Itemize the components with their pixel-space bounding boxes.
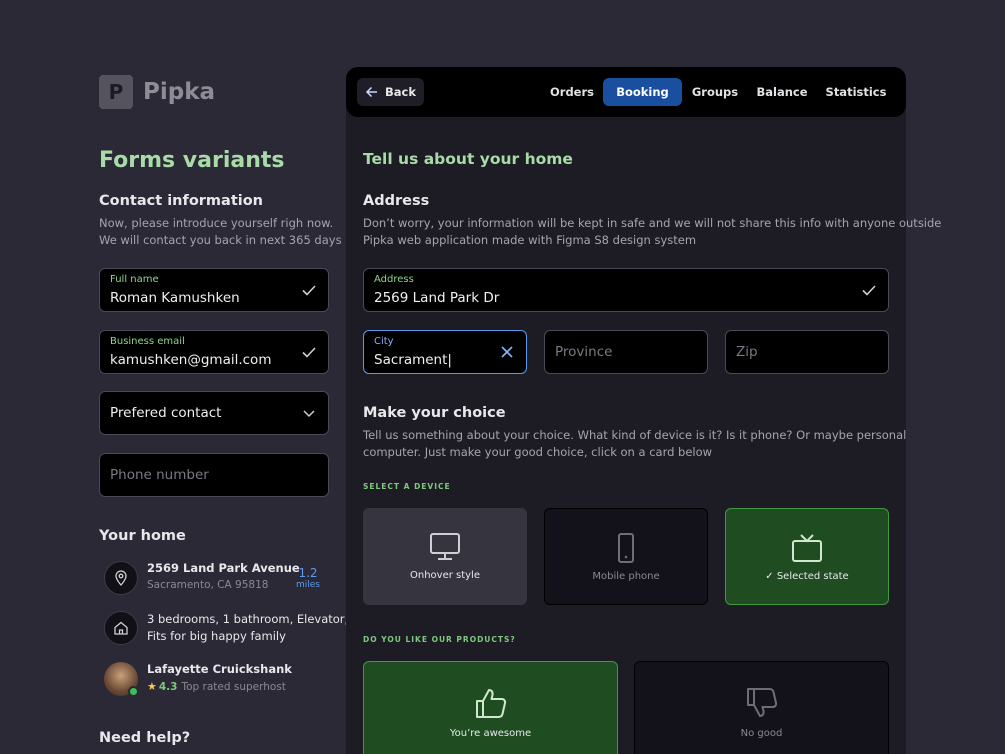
device-card-label: ✓ Selected state bbox=[765, 571, 849, 582]
device-group-label: SELECT A DEVICE bbox=[363, 482, 451, 491]
tab-groups[interactable]: Groups bbox=[684, 78, 746, 106]
product-card-label: No good bbox=[740, 728, 783, 739]
back-button-label: Back bbox=[385, 85, 416, 99]
address-section-title: Address bbox=[363, 193, 430, 209]
province-field[interactable]: Province bbox=[544, 330, 708, 374]
distance-value: 1.2 bbox=[298, 566, 318, 580]
house-icon bbox=[104, 611, 138, 645]
home-address-sub: Sacramento, CA 95818 bbox=[147, 579, 269, 591]
address-desc-line-2: Pipka web application made with Figma S8… bbox=[363, 233, 697, 247]
choice-desc-line-1: Tell us something about your choice. Wha… bbox=[363, 428, 907, 442]
thumbs-up-icon bbox=[475, 689, 506, 718]
check-icon bbox=[862, 285, 876, 296]
location-pin-icon bbox=[104, 561, 138, 595]
home-details-line-1: 3 bedrooms, 1 bathroom, Elevator, bbox=[147, 612, 349, 626]
business-email-field[interactable]: Business email kamushken@gmail.com bbox=[99, 330, 329, 374]
product-card-no-good[interactable]: No good bbox=[634, 661, 889, 754]
phone-number-field[interactable]: Phone number bbox=[99, 453, 329, 497]
choice-section-title: Make your choice bbox=[363, 405, 506, 421]
address-value[interactable]: 2569 Land Park Dr bbox=[374, 290, 499, 306]
chevron-down-icon bbox=[303, 410, 315, 418]
device-card-desktop[interactable]: Onhover style bbox=[363, 508, 527, 605]
address-desc-line-1: Don’t worry, your information will be ke… bbox=[363, 216, 942, 230]
form-title: Tell us about your home bbox=[363, 150, 573, 168]
home-address-main: 2569 Land Park Avenue bbox=[147, 561, 300, 575]
choice-section-description: Tell us something about your choice. Wha… bbox=[363, 427, 906, 461]
thumbs-down-icon bbox=[746, 688, 777, 717]
brand-logo[interactable]: P Pipka bbox=[99, 75, 215, 109]
device-card-label: Mobile phone bbox=[592, 571, 660, 582]
home-address-item[interactable]: 2569 Land Park Avenue Sacramento, CA 958… bbox=[104, 561, 300, 595]
home-details-item: 3 bedrooms, 1 bathroom, Elevator, Fits f… bbox=[104, 611, 348, 645]
contact-section-title: Contact information bbox=[99, 193, 264, 209]
tab-balance[interactable]: Balance bbox=[750, 78, 814, 106]
tab-statistics[interactable]: Statistics bbox=[820, 78, 892, 106]
city-value[interactable]: Sacrament| bbox=[374, 352, 452, 368]
logo-mark: P bbox=[99, 75, 133, 109]
zip-field[interactable]: Zip bbox=[725, 330, 889, 374]
tab-orders[interactable]: Orders bbox=[541, 78, 603, 106]
top-navigation-bar: Back Orders Booking Groups Balance Stati… bbox=[346, 67, 906, 117]
city-label: City bbox=[374, 336, 394, 347]
phone-icon bbox=[618, 533, 634, 563]
distance-readout: 1.2 miles bbox=[296, 566, 320, 590]
avatar bbox=[104, 662, 139, 697]
business-email-label: Business email bbox=[110, 336, 185, 347]
address-section-description: Don’t worry, your information will be ke… bbox=[363, 215, 941, 249]
device-card-tv[interactable]: ✓ Selected state bbox=[725, 508, 889, 605]
products-group-label: DO YOU LIKE OUR PRODUCTS? bbox=[363, 635, 516, 644]
clear-icon[interactable] bbox=[499, 344, 515, 360]
host-item[interactable]: Lafayette Cruickshank ★ 4.3 Top rated su… bbox=[104, 662, 292, 697]
province-placeholder: Province bbox=[555, 344, 613, 360]
device-card-label: Onhover style bbox=[409, 570, 480, 581]
check-icon bbox=[302, 285, 316, 296]
contact-desc-line-1: Now, please introduce yourself righ now. bbox=[99, 216, 334, 230]
preferred-contact-select[interactable]: Prefered contact bbox=[99, 391, 329, 435]
host-rating: 4.3 bbox=[158, 680, 178, 693]
host-name: Lafayette Cruickshank bbox=[147, 662, 292, 676]
full-name-field[interactable]: Full name Roman Kamushken bbox=[99, 268, 329, 312]
star-icon: ★ bbox=[147, 680, 157, 693]
product-card-awesome[interactable]: You’re awesome bbox=[363, 661, 618, 754]
page-title: Forms variants bbox=[99, 148, 285, 173]
contact-section-description: Now, please introduce yourself righ now.… bbox=[99, 215, 342, 249]
preferred-contact-value: Prefered contact bbox=[110, 405, 222, 421]
distance-unit: miles bbox=[296, 580, 320, 590]
city-field[interactable]: City Sacrament| bbox=[363, 330, 527, 374]
device-card-mobile[interactable]: Mobile phone bbox=[544, 508, 708, 605]
host-rating-row: ★ 4.3 Top rated superhost bbox=[147, 680, 292, 693]
host-badge: Top rated superhost bbox=[181, 680, 286, 693]
address-field[interactable]: Address 2569 Land Park Dr bbox=[363, 268, 889, 312]
zip-placeholder: Zip bbox=[736, 344, 758, 360]
product-card-label: You’re awesome bbox=[449, 728, 532, 739]
brand-name: Pipka bbox=[143, 79, 216, 105]
tv-icon bbox=[792, 534, 822, 562]
address-label: Address bbox=[374, 274, 414, 285]
help-section-title: Need help? bbox=[99, 730, 191, 746]
business-email-value[interactable]: kamushken@gmail.com bbox=[110, 352, 271, 368]
full-name-value[interactable]: Roman Kamushken bbox=[110, 290, 240, 306]
home-section-title: Your home bbox=[99, 528, 186, 544]
phone-number-placeholder: Phone number bbox=[110, 467, 209, 483]
full-name-label: Full name bbox=[110, 274, 159, 285]
tab-booking[interactable]: Booking bbox=[603, 78, 682, 106]
arrow-left-icon bbox=[365, 86, 377, 98]
online-status-dot bbox=[128, 686, 139, 697]
monitor-icon bbox=[430, 533, 460, 560]
home-details-line-2: Fits for big happy family bbox=[147, 629, 286, 643]
back-button[interactable]: Back bbox=[357, 78, 424, 106]
check-icon bbox=[302, 347, 316, 358]
choice-desc-line-2: computer. Just make your good choice, cl… bbox=[363, 445, 713, 459]
contact-desc-line-2: We will contact you back in next 365 day… bbox=[99, 233, 342, 247]
